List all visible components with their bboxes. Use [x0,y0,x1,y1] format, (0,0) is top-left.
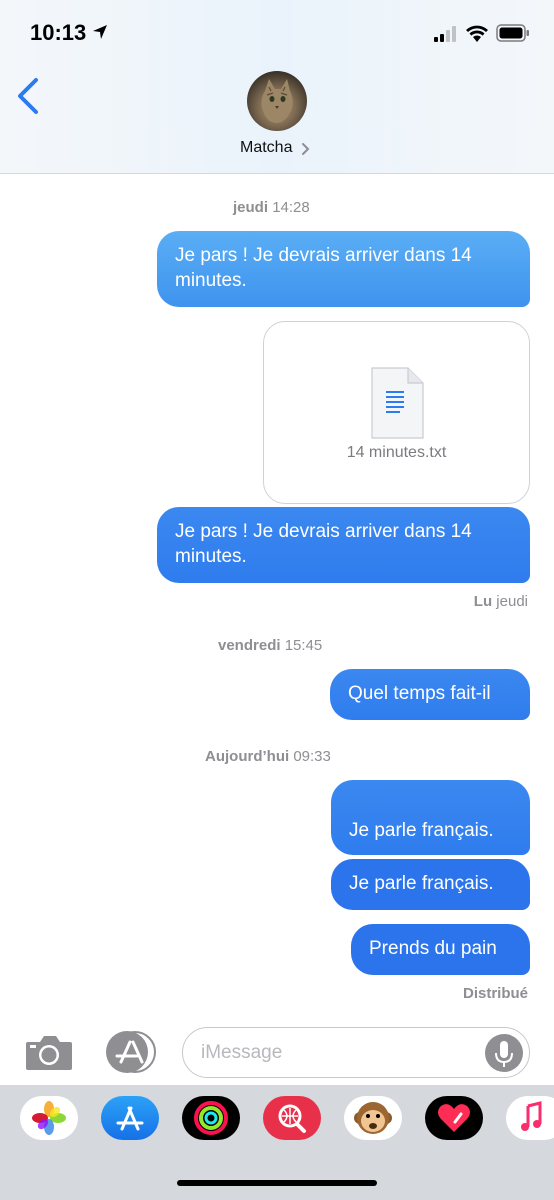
timestamp-day: jeudi [233,199,269,216]
message-bubble[interactable]: Quel temps fait-il [330,669,530,720]
back-chevron-icon[interactable] [14,76,44,116]
cellular-signal-icon [434,26,456,42]
camera-icon[interactable] [24,1034,74,1072]
timestamp-day: vendredi [218,637,281,654]
attachment-file-name: 14 minutes.txt [346,444,447,461]
app-store-icon[interactable] [101,1096,159,1140]
conversation-header: 10:13 Matcha [0,0,554,174]
imessage-placeholder: iMessage [201,1042,283,1063]
microphone-icon [495,1041,513,1067]
file-attachment[interactable]: 14 minutes.txt [263,321,530,504]
contact-name[interactable]: Matcha [240,139,292,157]
timestamp-thursday: jeudi 14:28 [233,199,310,216]
message-bubble[interactable]: Je pars ! Je devrais arriver dans 14 min… [157,507,530,583]
message-bubble[interactable]: Prends du pain [351,924,530,975]
message-bubble[interactable]: Je parle français. [331,780,530,855]
cat-photo-icon [261,79,293,123]
imessage-input[interactable]: iMessage [182,1027,530,1078]
message-bubble[interactable]: Je parle français. [331,859,530,910]
timestamp-friday: vendredi 15:45 [218,637,322,654]
microphone-button[interactable] [485,1034,523,1072]
read-receipt: Lu jeudi [474,593,528,610]
delivered-label: Distribué [462,985,528,1002]
battery-icon [496,24,529,42]
location-arrow-icon [93,25,107,39]
delivered-receipt: Distribué [463,985,528,1002]
timestamp-day: Aujourd’hui [205,748,290,765]
animoji-monkey-icon[interactable] [344,1096,402,1140]
text-document-icon [371,367,424,439]
contact-avatar[interactable] [247,71,307,131]
chevron-right-icon[interactable] [301,142,310,156]
photos-app-icon[interactable] [20,1096,78,1140]
digital-touch-icon[interactable] [425,1096,483,1140]
message-bubble[interactable]: Je pars ! Je devrais arriver dans 14 min… [157,231,530,307]
activity-icon[interactable] [182,1096,240,1140]
timestamp-time: 14:28 [272,199,310,216]
timestamp-time: 09:33 [293,748,331,765]
wifi-icon [466,25,488,42]
status-time: 10:13 [30,20,87,45]
read-day: jeudi [496,593,528,610]
app-store-drawer-icon[interactable] [103,1030,157,1074]
home-indicator[interactable] [177,1180,377,1186]
timestamp-today: Aujourd’hui 09:33 [205,748,331,765]
music-app-icon[interactable] [506,1096,554,1140]
web-search-icon[interactable] [263,1096,321,1140]
read-label: Lu [473,593,493,610]
timestamp-time: 15:45 [284,637,323,654]
